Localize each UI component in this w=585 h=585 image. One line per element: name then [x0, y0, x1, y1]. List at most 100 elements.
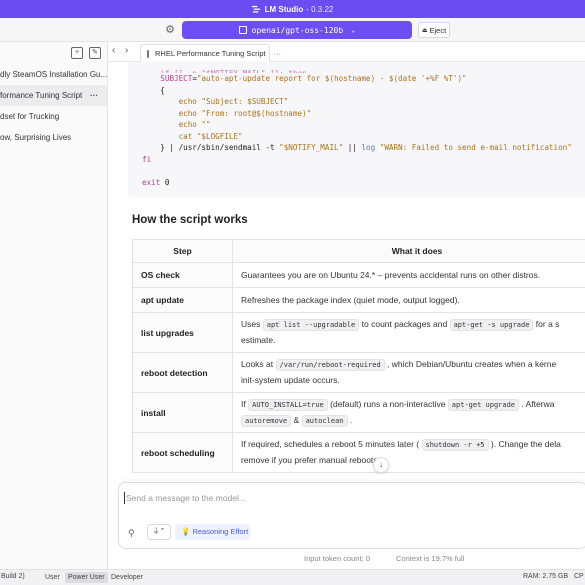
- step-cell: apt update: [132, 287, 233, 313]
- inline-code: shutdown -r +5: [421, 439, 489, 451]
- message-input[interactable]: Send a message to the model...: [126, 493, 246, 503]
- build-label: Build 2): [1, 573, 25, 580]
- inline-code: autoremove: [241, 414, 292, 427]
- eject-button[interactable]: ⏏ Eject: [418, 22, 450, 38]
- description-text: estimate.: [241, 335, 276, 345]
- sidebar-chat-label: formance Tuning Script: [0, 91, 83, 100]
- code-line: fi: [142, 154, 152, 164]
- gear-icon[interactable]: ⚙: [163, 23, 177, 37]
- sidebar-chat-item[interactable]: dly SteamOS Installation Gu...: [0, 64, 107, 85]
- chat-sidebar: + ✎ dly SteamOS Installation Gu... forma…: [0, 42, 108, 569]
- table-row: reboot scheduling If required, schedules…: [132, 432, 585, 473]
- description-text: ). Change the dela: [490, 439, 561, 449]
- description-text: (default) runs a non-interactive: [330, 398, 446, 409]
- scroll-to-bottom-button[interactable]: ↓: [373, 457, 389, 473]
- tab-menu-icon[interactable]: ···: [274, 49, 282, 58]
- forward-arrow-icon[interactable]: ›: [125, 45, 128, 56]
- section-heading: How the script works: [132, 214, 248, 226]
- sidebar-chat-item[interactable]: ow, Surprising Lives: [0, 127, 107, 148]
- lm-studio-logo-icon: [251, 5, 260, 13]
- description-text: If: [241, 398, 246, 409]
- step-cell: list upgrades: [132, 312, 233, 353]
- inline-code: apt list --upgradable: [262, 319, 360, 331]
- code-line: SUBJECT="auto-apt-update report for $(ho…: [160, 74, 467, 83]
- tab-chat[interactable]: RHEL Performance Tuning Script ···: [140, 44, 281, 62]
- table-row: OS check Guarantees you are on Ubuntu 24…: [132, 262, 585, 288]
- inline-code: apt-get upgrade: [447, 398, 520, 411]
- table-row: list upgrades Uses apt list --upgradable…: [132, 312, 585, 353]
- table-row: install If AUTO_INSTALL=true (default) r…: [132, 392, 585, 433]
- code-line: exit 0: [142, 177, 170, 187]
- reasoning-effort-button[interactable]: 💡 Reasoning Effort: [175, 524, 251, 540]
- top-bar: ⚙ openai/gpt-oss-120b ⌄ ⏏ Eject: [0, 18, 585, 42]
- description-cell: Looks at /var/run/reboot-required , whic…: [232, 352, 585, 393]
- reasoning-effort-label: Reasoning Effort: [192, 527, 249, 536]
- description-text: . Afterwa: [521, 398, 555, 409]
- description-cell: If required, schedules a reboot 5 minute…: [232, 432, 585, 473]
- model-selector[interactable]: openai/gpt-oss-120b ⌄: [182, 21, 412, 39]
- sidebar-chat-label: dly SteamOS Installation Gu...: [0, 70, 107, 79]
- inline-code: AUTO_INSTALL=true: [248, 398, 328, 411]
- description-text: .: [349, 414, 353, 425]
- token-info: Input token count: 0 Context is 19.7% fu…: [108, 554, 585, 566]
- description-text: for a s: [535, 319, 560, 329]
- new-chat-icon[interactable]: ✎: [89, 47, 101, 59]
- description-text: &: [293, 414, 300, 425]
- sidebar-header: + ✎: [0, 42, 107, 64]
- chat-content: if [[ -n "$NOTIFY_MAIL" ]]; then SUBJECT…: [108, 62, 585, 482]
- back-arrow-icon[interactable]: ‹: [112, 45, 115, 56]
- model-icon: [238, 26, 247, 34]
- code-line: } | /usr/sbin/sendmail -t "$NOTIFY_MAIL"…: [142, 143, 572, 152]
- plug-icon: ⏚⌃: [152, 528, 166, 535]
- sidebar-chat-item[interactable]: dset for Trucking: [0, 106, 107, 127]
- cpu-usage: CP: [574, 573, 584, 580]
- ram-usage: RAM: 2.75 GB: [523, 573, 569, 580]
- model-name: openai/gpt-oss-120b: [251, 25, 344, 35]
- inline-code: /var/run/reboot-required: [275, 359, 385, 371]
- steps-table: Step What it does OS check Guarantees yo…: [132, 239, 585, 473]
- inline-code: autoclean: [301, 414, 348, 427]
- mode-power-user-button[interactable]: Power User: [65, 572, 108, 583]
- sidebar-chat-item-active[interactable]: formance Tuning Script ···: [0, 85, 107, 106]
- description-text: to count packages and: [361, 319, 448, 329]
- description-text: Uses: [241, 319, 261, 329]
- status-bar: Build 2) User Power User Developer RAM: …: [0, 569, 585, 585]
- table-header-row: Step What it does: [132, 239, 585, 263]
- mode-user-button[interactable]: User: [42, 572, 63, 583]
- description-cell: If AUTO_INSTALL=true (default) runs a no…: [232, 392, 585, 433]
- inline-code: apt-get -s upgrade: [449, 319, 534, 331]
- code-line: cat "$LOGFILE": [178, 131, 243, 141]
- mode-developer-button[interactable]: Developer: [108, 572, 146, 583]
- sidebar-chat-label: dset for Trucking: [0, 112, 60, 121]
- description-cell: Refreshes the package index (quiet mode,…: [232, 287, 585, 313]
- plugin-selector[interactable]: ⏚⌃: [147, 524, 171, 540]
- step-cell: OS check: [132, 262, 233, 288]
- description-cell: Guarantees you are on Ubuntu 24.* – prev…: [232, 262, 585, 288]
- code-line: echo "Subject: $SUBJECT": [178, 97, 289, 106]
- text-caret: [124, 492, 125, 504]
- tab-label: RHEL Performance Tuning Script: [155, 49, 266, 58]
- message-composer[interactable]: Send a message to the model... ⚲ ⏚⌃ 💡 Re…: [118, 482, 585, 549]
- app-name: LM Studio: [264, 4, 304, 14]
- app-version: - 0.3.22: [306, 4, 334, 14]
- chevron-down-icon: ⌄: [351, 26, 356, 34]
- sidebar-chat-label: ow, Surprising Lives: [0, 133, 72, 142]
- description-text: remove if you prefer manual reboots.: [241, 455, 380, 465]
- new-folder-icon[interactable]: +: [71, 47, 83, 59]
- eject-label: Eject: [429, 25, 447, 35]
- input-token-count: Input token count: 0: [304, 554, 370, 563]
- step-cell: reboot scheduling: [132, 432, 233, 473]
- table-row: reboot detection Looks at /var/run/reboo…: [132, 352, 585, 393]
- description-text: init-system update occurs.: [241, 375, 340, 385]
- more-options-icon[interactable]: ···: [90, 85, 98, 106]
- attach-icon[interactable]: ⚲: [128, 528, 135, 539]
- column-header-step: Step: [132, 239, 233, 263]
- column-header-description: What it does: [232, 239, 585, 263]
- code-line: echo "": [178, 120, 211, 129]
- description-text: Looks at: [241, 359, 274, 369]
- code-line: echo "From: root@$(hostname)": [178, 108, 312, 118]
- step-cell: install: [132, 392, 233, 433]
- step-cell: reboot detection: [132, 352, 233, 393]
- tab-bar: ‹ › RHEL Performance Tuning Script ···: [108, 42, 585, 62]
